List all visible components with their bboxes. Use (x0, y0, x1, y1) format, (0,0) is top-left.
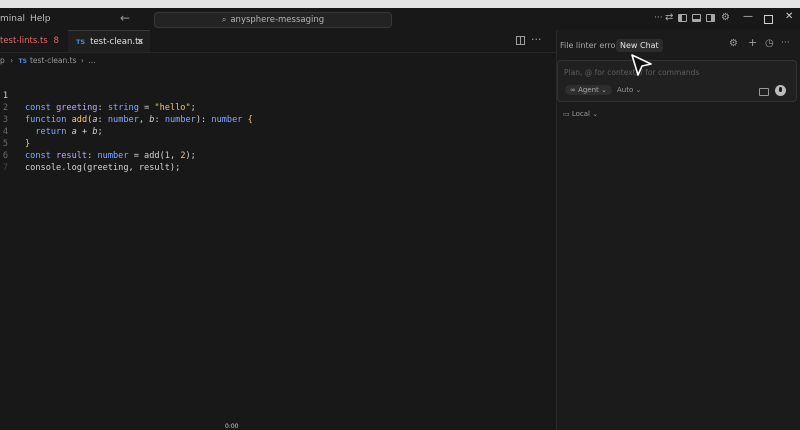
maximize-icon[interactable] (764, 15, 773, 24)
chevron-down-icon: ⌄ (635, 86, 642, 94)
tab-test-clean[interactable]: TS test-clean.ts × (68, 30, 150, 52)
code-line: 4 } (0, 114, 31, 149)
problem-count-badge: 8 (53, 36, 59, 46)
settings-gear-icon[interactable]: ⚙ (721, 11, 730, 25)
model-select[interactable]: Auto ⌄ (617, 86, 641, 94)
typescript-file-icon: TS (18, 58, 27, 65)
line-number: 7 (2, 163, 8, 173)
local-label: Local (571, 110, 591, 118)
code-line: 7 (0, 150, 31, 173)
infinity-icon: ∞ (570, 86, 576, 94)
command-search-bar[interactable]: ⌕ anysphere-messaging (154, 12, 392, 28)
minimize-icon[interactable]: — (743, 11, 753, 22)
more-icon[interactable]: ··· (654, 11, 663, 25)
tab-new-chat[interactable]: New Chat (616, 39, 663, 52)
split-editor-icon[interactable] (516, 36, 525, 45)
chevron-down-icon: ⌄ (601, 86, 607, 94)
environment-select[interactable]: ▭ Local ⌄ (563, 110, 598, 118)
tab-file-linter-errors[interactable]: File linter errors (560, 41, 623, 50)
code-line: 2 function add(a: number, b: number): nu… (0, 90, 253, 125)
code-line: 6 console.log(greeting, result); (0, 138, 180, 173)
laptop-icon: ▭ (563, 110, 570, 118)
history-icon[interactable]: ◷ (765, 38, 774, 49)
menu-help[interactable]: Help (30, 14, 51, 24)
editor-more-icon[interactable]: ··· (531, 33, 542, 46)
breadcrumb-separator: › (10, 56, 14, 65)
tab-label: test-clean.ts (90, 37, 143, 47)
breadcrumb-file[interactable]: test-clean.ts (30, 56, 77, 65)
chevron-down-icon: ⌄ (592, 110, 599, 118)
code-line: 3 return a + b; (0, 102, 103, 137)
video-timestamp: 0:00 (225, 423, 239, 430)
mouse-cursor-icon (631, 54, 652, 76)
agent-label: Agent (578, 86, 599, 94)
breadcrumb: p › TS test-clean.ts › … (0, 56, 96, 65)
toggle-sidebar-icon[interactable] (678, 14, 687, 22)
panel-more-icon[interactable]: ··· (781, 38, 790, 48)
tab-label: test-lints.ts (0, 36, 48, 46)
editor-tab-bar: test-lints.ts 8 TS test-clean.ts × ··· (0, 30, 556, 53)
toggle-secondary-sidebar-icon[interactable] (706, 14, 715, 22)
typescript-file-icon: TS (76, 38, 86, 46)
back-arrow-icon[interactable]: ← (120, 11, 130, 25)
tab-test-lints[interactable]: test-lints.ts 8 (0, 30, 66, 52)
breadcrumb-symbol[interactable]: … (88, 56, 96, 65)
chat-panel: File linter errors New Chat ⚙ + ◷ ··· Pl… (556, 30, 800, 430)
image-attach-icon[interactable] (759, 88, 769, 96)
code-line: 5 const result: number = add(1, 2); (0, 126, 196, 161)
new-chat-plus-icon[interactable]: + (748, 36, 757, 49)
microphone-icon[interactable] (775, 85, 786, 96)
chat-input-box[interactable]: Plan, @ for context, / for commands ∞ Ag… (557, 60, 797, 102)
toggle-panel-icon[interactable] (692, 14, 701, 22)
breadcrumb-folder[interactable]: p (0, 56, 5, 65)
swap-icon[interactable]: ⇄ (665, 11, 673, 25)
app-window: minal Help ← ⌕ anysphere-messaging ··· ⇄ … (0, 8, 800, 430)
code-line: 1 const greeting: string = "hello"; (0, 78, 196, 113)
breadcrumb-separator: › (80, 56, 84, 65)
auto-label: Auto (617, 86, 634, 94)
search-label: anysphere-messaging (230, 15, 325, 25)
agent-mode-select[interactable]: ∞ Agent ⌄ (565, 85, 612, 95)
chat-settings-icon[interactable]: ⚙ (729, 38, 738, 49)
menu-terminal[interactable]: minal (0, 14, 25, 24)
close-tab-icon[interactable]: × (136, 31, 144, 53)
title-bar: minal Help ← ⌕ anysphere-messaging ··· ⇄ … (0, 8, 800, 30)
close-window-icon[interactable]: ✕ (785, 11, 793, 22)
search-icon: ⌕ (221, 15, 227, 24)
